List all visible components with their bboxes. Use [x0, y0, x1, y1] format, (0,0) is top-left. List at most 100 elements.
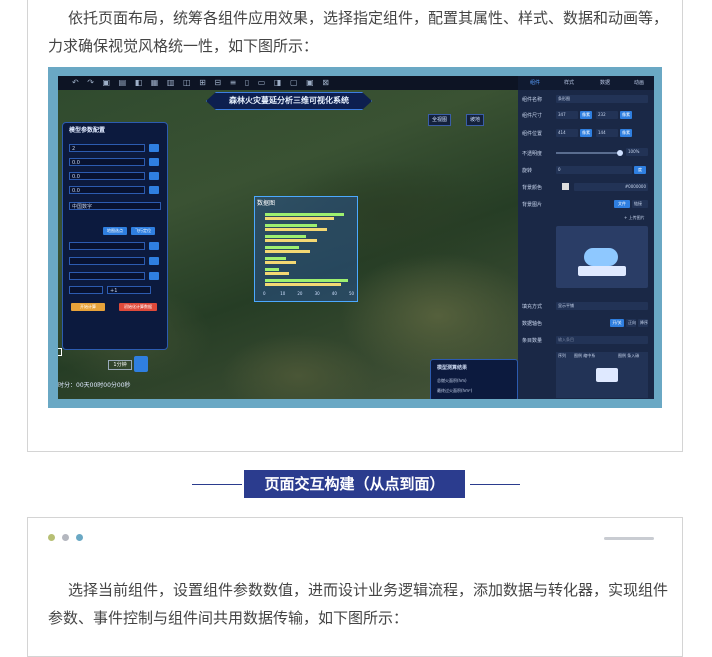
- fill-select[interactable]: 显示平铺: [556, 302, 648, 310]
- bar-p6-s0: [265, 268, 279, 271]
- section-title: 页面交互构建（从点到面）: [244, 470, 465, 498]
- range-input-to[interactable]: +1: [107, 286, 151, 294]
- y-input[interactable]: 144: [596, 129, 618, 137]
- slider-handle[interactable]: [617, 150, 623, 156]
- param-input-3[interactable]: 0.0: [69, 172, 145, 180]
- decor-dash: [604, 537, 654, 540]
- opacity-input[interactable]: 100%: [626, 148, 648, 156]
- select-3[interactable]: [69, 272, 145, 280]
- property-tabs: 组件 样式 数据 动画: [518, 76, 654, 90]
- toolbar-icons[interactable]: ↶ ↷ ▣ ▤ ◧ ▦ ▥ ◫ ⊞ ⊟ ≡ ▯ ▭ ◨ ▢ ▣ ⊠: [72, 78, 332, 87]
- opacity-slider[interactable]: [556, 150, 623, 156]
- height-unit: 像素: [620, 111, 632, 119]
- device-icon: [578, 266, 626, 276]
- entries-table: 序列 图例 缩中系 图例 条入碳: [556, 352, 648, 398]
- bar-p5-s0: [265, 257, 286, 260]
- bar-p2-s0: [265, 224, 317, 227]
- map-pick-button[interactable]: 地图选点: [103, 227, 127, 235]
- tab-style[interactable]: 样式: [564, 79, 574, 86]
- slope-button[interactable]: 坡地: [466, 114, 485, 126]
- bar-p1-s0: [265, 213, 345, 216]
- bar-p4-s1: [265, 250, 310, 253]
- tab-data[interactable]: 数据: [600, 79, 610, 86]
- dot-1: [48, 534, 55, 541]
- app-window: ↶ ↷ ▣ ▤ ◧ ▦ ▥ ◫ ⊞ ⊟ ≡ ▯ ▭ ◨ ▢ ▣ ⊠ 森林火灾蔓延…: [58, 76, 654, 399]
- width-input[interactable]: 347: [556, 111, 578, 119]
- image-preview: [556, 226, 648, 288]
- init-data-button[interactable]: 初始化计算数据: [119, 303, 157, 311]
- intro-paragraph: 依托页面布局，统筹各组件应用效果，选择指定组件，配置其属性、样式、数据和动画等，…: [48, 9, 669, 55]
- select-3-button[interactable]: [149, 272, 159, 280]
- label-rotate: 旋转: [522, 168, 533, 174]
- bar-chart-widget[interactable]: 数据图 0 10 20 30 40 50: [254, 196, 358, 302]
- dot-3: [76, 534, 83, 541]
- bar-p3-s1: [265, 239, 317, 242]
- x-tick: 30: [314, 291, 320, 296]
- select-1-button[interactable]: [149, 242, 159, 250]
- model-params-panel: 模型参数配置 2 0.0 0.0 0.0 中国数字 地图选点 飞行定位 +1 开…: [62, 122, 168, 350]
- select-2-button[interactable]: [149, 257, 159, 265]
- results-title: 模型测算结果: [437, 365, 468, 371]
- param-button-2[interactable]: [149, 158, 159, 166]
- label-entries: 条目数量: [522, 338, 543, 344]
- x-input[interactable]: 414: [556, 129, 578, 137]
- app-title: 森林火灾蔓延分析三维可视化系统: [229, 96, 349, 105]
- results-row-1: 总燃火面积(hm): [437, 378, 467, 383]
- tab-component[interactable]: 组件: [530, 79, 540, 86]
- label-opacity: 不透明度: [522, 151, 543, 157]
- range-input-from[interactable]: [69, 286, 103, 294]
- select-1[interactable]: [69, 242, 145, 250]
- param-input-4[interactable]: 0.0: [69, 186, 145, 194]
- fly-locate-button[interactable]: 飞行定位: [131, 227, 155, 235]
- checkbox[interactable]: [58, 348, 62, 356]
- label-size: 组件尺寸: [522, 113, 543, 119]
- start-calc-button[interactable]: 开始计算: [71, 303, 105, 311]
- bar-p2-s1: [265, 228, 327, 231]
- entries-input[interactable]: 输入条目: [556, 336, 648, 344]
- toggle-forward[interactable]: 正向: [626, 319, 636, 327]
- rotate-input[interactable]: 0: [556, 166, 632, 174]
- upload-image-button[interactable]: + 上传图片: [622, 214, 648, 222]
- x-tick: 50: [349, 291, 355, 296]
- x-tick: 20: [297, 291, 303, 296]
- bar-p7-s1: [265, 283, 341, 286]
- param-button-1[interactable]: [149, 144, 159, 152]
- app-screenshot: ↶ ↷ ▣ ▤ ◧ ▦ ▥ ◫ ⊞ ⊟ ≡ ▯ ▭ ◨ ▢ ▣ ⊠ 森林火灾蔓延…: [48, 67, 662, 408]
- property-panel: 组件 样式 数据 动画 组件名称 条形图 组件尺寸 347 像素 232 像素 …: [518, 76, 654, 399]
- height-input[interactable]: 232: [596, 111, 618, 119]
- bar-p1-s1: [265, 217, 334, 220]
- color-swatch[interactable]: [562, 183, 569, 190]
- dot-2: [62, 534, 69, 541]
- play-button[interactable]: [134, 356, 148, 372]
- minute-button[interactable]: 1分钟: [108, 360, 132, 370]
- x-tick: 10: [280, 291, 286, 296]
- label-bg-image: 背景图片: [522, 202, 543, 208]
- bar-p5-s1: [265, 261, 296, 264]
- color-input[interactable]: #0000000: [574, 183, 648, 191]
- param-input-2[interactable]: 0.0: [69, 158, 145, 166]
- width-unit: 像素: [580, 111, 592, 119]
- label-fill: 填充方式: [522, 304, 543, 310]
- x-unit: 像素: [580, 129, 592, 137]
- link-button[interactable]: 链接: [632, 200, 648, 208]
- param-input-1[interactable]: 2: [69, 144, 145, 152]
- name-input[interactable]: 条形图: [556, 95, 648, 103]
- param-button-3[interactable]: [149, 172, 159, 180]
- y-unit: 像素: [620, 129, 632, 137]
- bar-p4-s0: [265, 246, 300, 249]
- param-button-4[interactable]: [149, 186, 159, 194]
- table-header-3: 图例 条入碳: [618, 353, 640, 358]
- full-view-button[interactable]: 全视图: [428, 114, 452, 126]
- x-tick: 0: [263, 291, 266, 296]
- toggle-desc[interactable]: 降序: [638, 319, 648, 327]
- tab-animation[interactable]: 动画: [634, 79, 644, 86]
- panel-title: 模型参数配置: [69, 127, 106, 134]
- app-title-bar: 森林火灾蔓延分析三维可视化系统: [206, 92, 372, 110]
- title-line-left: [192, 484, 242, 485]
- toggle-on[interactable]: 开/关: [610, 319, 624, 327]
- file-button[interactable]: 文件: [614, 200, 630, 208]
- rotate-unit: 度: [634, 166, 646, 174]
- cloud-icon: [584, 248, 618, 266]
- param-input-5[interactable]: 中国数字: [69, 202, 161, 210]
- select-2[interactable]: [69, 257, 145, 265]
